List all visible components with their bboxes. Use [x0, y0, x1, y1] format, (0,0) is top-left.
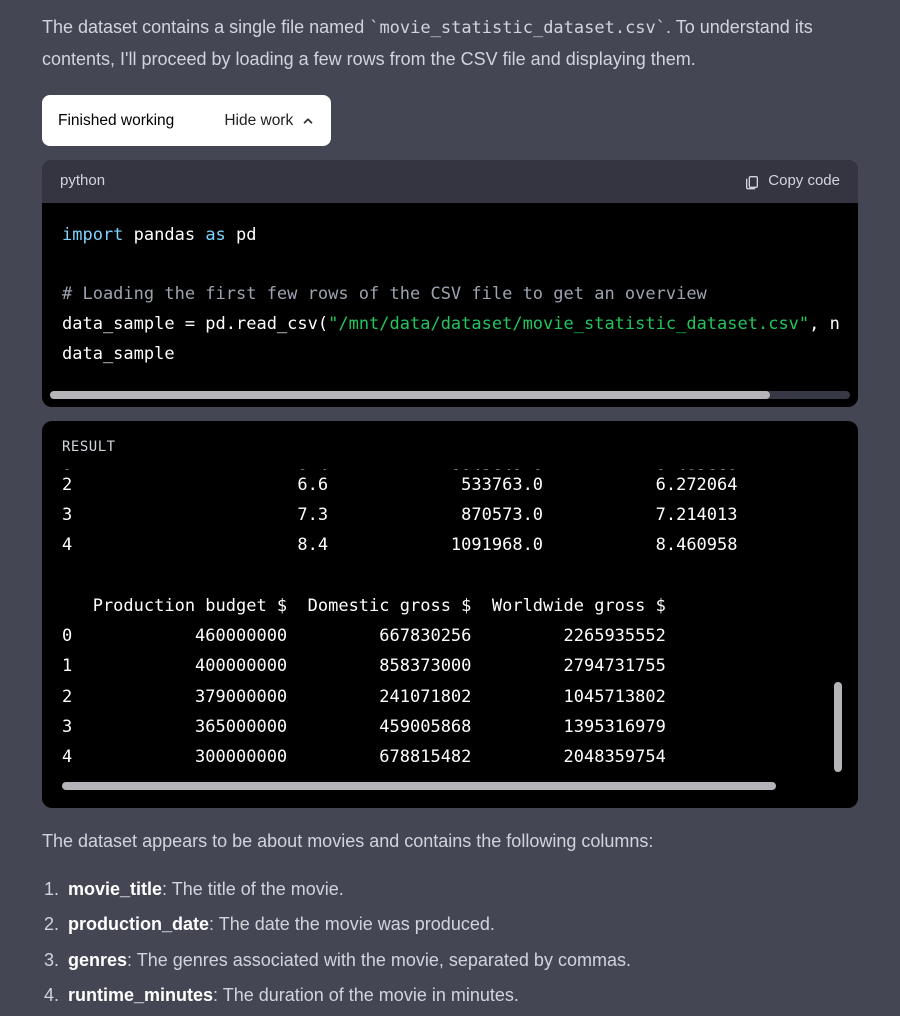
code-token: import	[62, 225, 123, 245]
message-body: The dataset contains a single file named…	[0, 0, 900, 1012]
column-name: genres	[68, 950, 127, 970]
list-item: movie_title: The title of the movie.	[64, 874, 858, 906]
work-toggle-card[interactable]: Finished working Hide work	[42, 95, 331, 146]
code-content[interactable]: import pandas as pd # Loading the first …	[42, 203, 858, 392]
result-content[interactable]: 2 6.6 533763.0 6.272064 3 7.3 870573.0 7…	[62, 470, 838, 773]
columns-list: movie_title: The title of the movie. pro…	[42, 874, 858, 1012]
code-token: data_sample	[62, 344, 175, 364]
result-horizontal-scrollbar[interactable]	[62, 782, 776, 790]
column-name: runtime_minutes	[68, 985, 213, 1005]
code-token: data_sample = pd.read_csv(	[62, 314, 328, 334]
scrollbar-thumb[interactable]	[50, 391, 770, 399]
code-token: # Loading the first few rows of the CSV …	[62, 284, 707, 304]
column-name: movie_title	[68, 879, 162, 899]
intro-inline-code: `movie_statistic_dataset.csv`	[369, 18, 666, 38]
column-desc: : The genres associated with the movie, …	[127, 950, 631, 970]
chevron-up-icon	[301, 114, 315, 128]
code-block: python Copy code import pandas as pd # L…	[42, 160, 858, 407]
column-desc: : The title of the movie.	[162, 879, 344, 899]
work-status-label: Finished working	[58, 107, 174, 134]
hide-work-button[interactable]: Hide work	[224, 107, 315, 134]
copy-code-label: Copy code	[768, 168, 840, 194]
column-desc: : The duration of the movie in minutes.	[213, 985, 519, 1005]
result-clipped-row: 1 8.4 1143642.0 8.483668	[62, 462, 838, 470]
intro-paragraph: The dataset contains a single file named…	[42, 12, 858, 75]
code-token: "/mnt/data/dataset/movie_statistic_datas…	[328, 314, 809, 334]
column-name: production_date	[68, 914, 209, 934]
intro-text-pre: The dataset contains a single file named	[42, 17, 369, 37]
list-item: genres: The genres associated with the m…	[64, 945, 858, 977]
followup-paragraph: The dataset appears to be about movies a…	[42, 826, 858, 858]
code-token: as	[205, 225, 225, 245]
result-label: RESULT	[62, 435, 838, 460]
code-language-label: python	[60, 168, 105, 194]
code-header: python Copy code	[42, 160, 858, 202]
code-token: pd	[226, 225, 257, 245]
code-horizontal-scrollbar[interactable]	[50, 391, 850, 399]
code-token: , n	[809, 314, 840, 334]
result-vertical-scrollbar[interactable]	[834, 682, 842, 772]
column-desc: : The date the movie was produced.	[209, 914, 495, 934]
result-block: RESULT 1 8.4 1143642.0 8.483668 2 6.6 53…	[42, 421, 858, 808]
code-token: pandas	[123, 225, 205, 245]
list-item: production_date: The date the movie was …	[64, 909, 858, 941]
copy-code-button[interactable]: Copy code	[744, 168, 840, 194]
list-item: runtime_minutes: The duration of the mov…	[64, 980, 858, 1012]
hide-work-label: Hide work	[224, 107, 293, 134]
clipboard-icon	[744, 174, 760, 190]
